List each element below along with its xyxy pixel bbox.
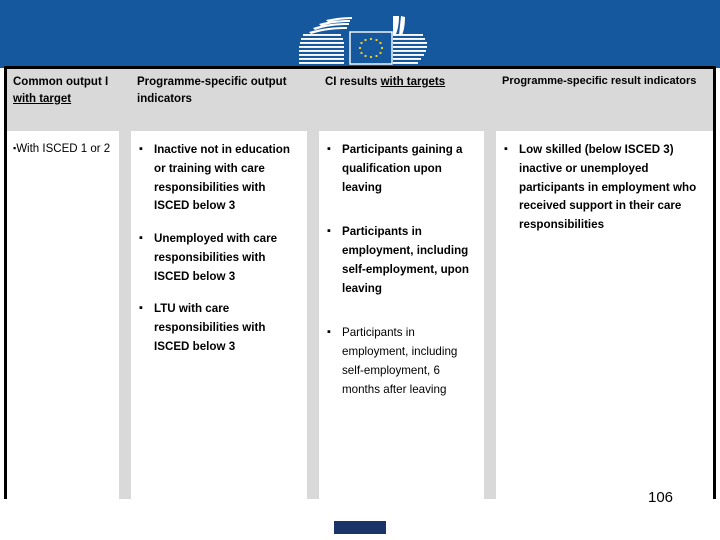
list-item-label: With ISCED 1 or 2 [16, 143, 111, 155]
list-item: ▪ LTU with care responsibilities with ISC… [137, 300, 299, 356]
header-text-plain: Common output I [13, 76, 109, 88]
header-text-plain: Programme-specific output indicators [137, 76, 287, 105]
bullet-icon: ▪ [327, 225, 331, 238]
list-item-label: Participants in employment, including se… [342, 225, 469, 295]
table-body-row: ▪With ISCED 1 or 2 ▪ Inactive not in educ… [7, 131, 713, 499]
bullet-icon: ▪ [139, 232, 143, 245]
indicators-table: Common output I with target Programme-sp… [4, 66, 716, 499]
list-item: ▪ Participants gaining a qualification up… [325, 141, 476, 197]
bullet-icon: ▪ [327, 326, 331, 339]
table-cell-programme-result: ▪ Low skilled (below ISCED 3) inactive or… [496, 131, 713, 499]
table-cell-common-output: ▪With ISCED 1 or 2 [7, 131, 119, 499]
european-commission-logo [299, 16, 427, 65]
list-item: ▪ Unemployed with care responsibilities w… [137, 230, 299, 286]
list-item: ▪ Low skilled (below ISCED 3) inactive or… [502, 141, 705, 235]
column-gap [119, 69, 131, 131]
list-item-label: Inactive not in education or training wi… [154, 143, 290, 213]
list-item: ▪With ISCED 1 or 2 [13, 141, 111, 159]
table-header-cell-common-output: Common output I with target [7, 69, 119, 131]
list-item-label: LTU with care responsibilities with ISCE… [154, 302, 266, 354]
indicator-list: ▪ Participants gaining a qualification up… [325, 141, 476, 400]
top-banner [0, 0, 720, 68]
header-text-underlined: with target [13, 92, 72, 105]
list-item-label: Participants gaining a qualification upo… [342, 143, 463, 194]
bullet-icon: ▪ [139, 143, 143, 155]
table-cell-programme-output: ▪ Inactive not in education or training w… [131, 131, 307, 499]
table-header-cell-programme-result: Programme-specific result indicators [496, 69, 713, 131]
indicator-list: ▪ Inactive not in education or training w… [137, 141, 299, 357]
table-header-cell-programme-output: Programme-specific output indicators [131, 69, 307, 131]
table-header-cell-ci-results: CI results with targets [319, 69, 484, 131]
bullet-icon: ▪ [504, 143, 508, 155]
list-item-label: Low skilled (below ISCED 3) inactive or … [519, 143, 697, 232]
column-gap [307, 131, 319, 499]
table-header-row: Common output I with target Programme-sp… [7, 69, 713, 131]
header-text-underlined: with targets [380, 76, 446, 88]
list-item-label: Participants in employment, including se… [342, 326, 458, 396]
list-item: ▪ Participants in employment, including s… [325, 324, 476, 399]
list-item-label: Unemployed with care responsibilities wi… [154, 232, 278, 283]
page-number: 106 [648, 489, 674, 506]
column-gap [484, 69, 496, 131]
footer-accent-block [334, 521, 386, 534]
header-text-plain: CI results [325, 76, 381, 88]
header-text-plain: Programme-specific result indicators [502, 75, 697, 87]
list-item: ▪ Participants in employment, including s… [325, 223, 476, 298]
column-gap [484, 131, 496, 499]
column-gap [119, 131, 131, 499]
table-cell-ci-results: ▪ Participants gaining a qualification up… [319, 131, 484, 499]
column-gap [307, 69, 319, 131]
bullet-icon: ▪ [139, 302, 143, 315]
indicator-list: ▪ Low skilled (below ISCED 3) inactive or… [502, 141, 705, 235]
list-item: ▪ Inactive not in education or training w… [137, 141, 299, 216]
bullet-icon: ▪ [327, 143, 331, 155]
